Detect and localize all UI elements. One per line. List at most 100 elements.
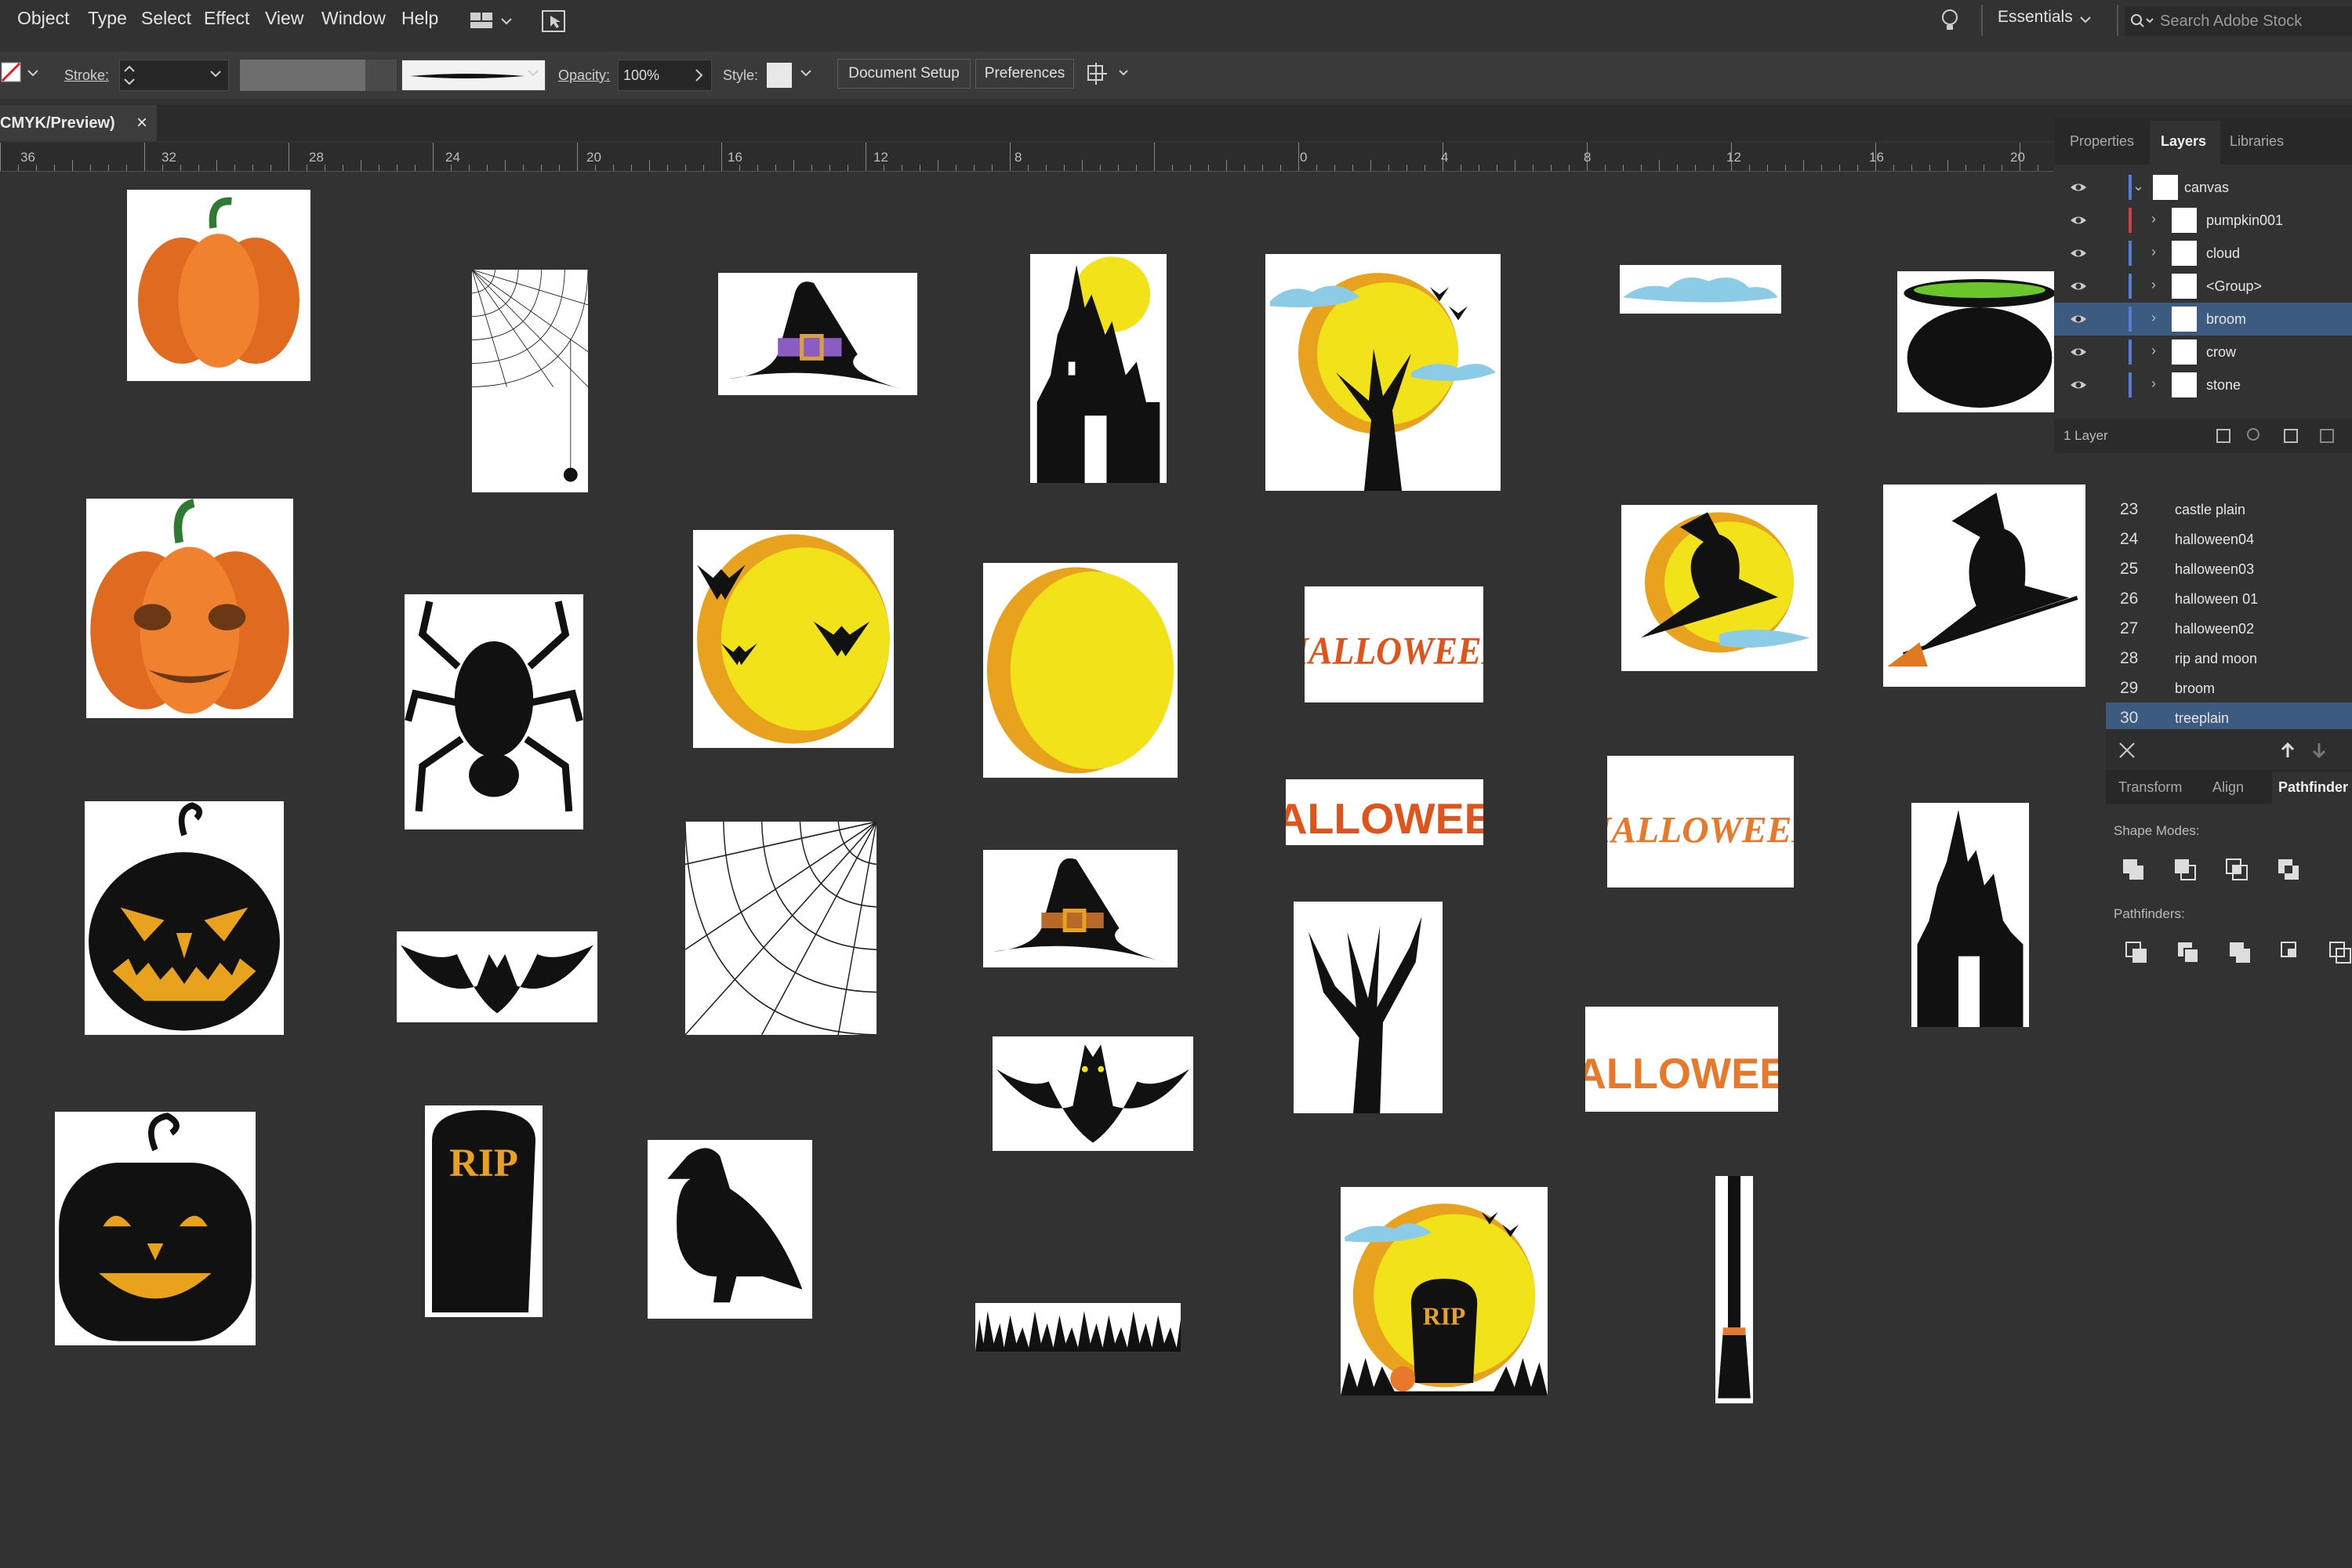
minus-front-icon[interactable] [2173,858,2197,881]
stepper-icon[interactable] [123,64,136,87]
history-row[interactable]: 24 halloween04 [2106,524,2352,554]
gpu-performance-icon[interactable] [541,9,568,33]
jack-o-lantern-angry-artwork[interactable] [85,801,284,1035]
arrange-documents-icon[interactable] [469,11,516,31]
jack-o-lantern-orange-artwork[interactable] [86,499,293,718]
intersect-icon[interactable] [2225,858,2249,881]
halloween-text-artwork-4[interactable]: HALLOWEEN [1585,1007,1778,1112]
layer-row[interactable]: › <Group> [2054,270,2352,303]
layer-row[interactable]: › stone [2054,368,2352,401]
witch-hat-artwork-2[interactable] [983,850,1178,967]
visibility-eye-icon[interactable] [2070,310,2087,328]
menu-view[interactable]: View [265,8,303,29]
history-row[interactable]: 26 halloween 01 [2106,583,2352,613]
preferences-button[interactable]: Preferences [975,59,1074,89]
variable-width-profile[interactable] [240,60,365,91]
visibility-eye-icon[interactable] [2070,343,2087,361]
broom-artwork[interactable] [1715,1176,1753,1403]
visibility-eye-icon[interactable] [2070,376,2087,394]
history-row[interactable]: 30 treeplain [2106,702,2352,732]
crop-icon[interactable] [2280,941,2303,964]
moon-artwork[interactable] [983,563,1178,778]
jack-o-lantern-happy-artwork[interactable] [55,1112,256,1345]
crow-artwork[interactable] [648,1140,812,1319]
chevron-right-icon[interactable]: › [2151,376,2156,392]
exclude-icon[interactable] [2277,858,2300,881]
divide-icon[interactable] [2125,941,2148,964]
chevron-down-icon[interactable] [527,69,539,78]
visibility-eye-icon[interactable] [2070,212,2087,229]
bat-artwork-2[interactable] [993,1036,1193,1151]
history-row[interactable]: 29 broom [2106,673,2352,702]
chevron-down-icon[interactable] [209,70,222,79]
history-row[interactable]: 27 halloween02 [2106,613,2352,643]
close-tab-icon[interactable]: × [136,112,147,134]
moon-tree-bats-artwork[interactable] [1265,254,1501,491]
horizontal-ruler[interactable]: 36 32 28 24 20 16 12 8 0 4 8 12 16 20 [0,143,2054,172]
brush-definition[interactable] [401,60,546,91]
history-arrow-icons[interactable] [2278,740,2341,760]
layer-row[interactable]: ⌄ canvas [2054,171,2352,204]
witch-hat-artwork[interactable] [718,273,917,395]
castle-plain-artwork[interactable] [1911,803,2029,1027]
fill-none-icon[interactable] [0,61,24,85]
visibility-eye-icon[interactable] [2070,245,2087,262]
history-row[interactable]: 25 halloween03 [2106,554,2352,583]
chevron-down-icon[interactable] [2079,16,2092,25]
artboard-canvas[interactable]: HALLOWEEN [0,172,2352,1568]
haunted-castle-moon-artwork[interactable] [1030,254,1167,483]
history-row[interactable]: 23 castle plain [2106,494,2352,524]
spiderweb-hanging-artwork[interactable] [472,270,588,492]
layer-row[interactable]: › broom [2054,303,2352,336]
isolate-selected-icon[interactable] [1087,61,1132,86]
bare-tree-artwork[interactable] [1294,902,1443,1113]
layer-action-icons[interactable] [2206,425,2347,447]
grass-artwork[interactable] [975,1303,1181,1352]
menu-window[interactable]: Window [321,8,386,29]
history-row[interactable]: 28 rip and moon [2106,643,2352,673]
chevron-right-icon[interactable]: › [2151,277,2156,293]
merge-icon[interactable] [2228,941,2252,964]
moon-bats-artwork[interactable] [693,530,894,748]
chevron-right-icon[interactable] [694,68,705,82]
halloween-text-artwork-2[interactable]: HALLOWEEN [1286,779,1483,845]
graphic-style-swatch[interactable] [767,63,792,88]
visibility-eye-icon[interactable] [2070,278,2087,295]
layer-row[interactable]: › pumpkin001 [2054,204,2352,237]
tab-layers[interactable]: Layers [2150,121,2220,165]
menu-object[interactable]: Object [17,8,69,29]
witch-on-broom-artwork[interactable] [1883,485,2085,687]
document-setup-button[interactable]: Document Setup [837,59,971,89]
pumpkin-artwork[interactable] [127,190,310,381]
document-tab[interactable]: CMYK/Preview) × [0,105,157,141]
stroke-weight-field[interactable] [119,60,229,91]
opacity-field[interactable]: 100% [618,60,712,91]
rip-and-moon-artwork[interactable]: RIP [1341,1187,1548,1396]
witch-on-moon-artwork[interactable] [1621,505,1817,671]
menu-effect[interactable]: Effect [204,8,249,29]
halloween-text-artwork-3[interactable]: HALLOWEEN [1607,756,1794,887]
tab-transform[interactable]: Transform [2118,779,2182,796]
cauldron-artwork[interactable] [1897,271,2062,412]
tab-pathfinder[interactable]: Pathfinder [2272,771,2352,804]
cloud-artwork[interactable] [1620,265,1781,314]
chevron-right-icon[interactable]: › [2151,211,2156,227]
new-snapshot-icon[interactable] [2117,740,2137,760]
halloween-text-artwork-1[interactable]: HALLOWEEN [1305,586,1483,702]
stock-search-input[interactable]: Search Adobe Stock [2125,6,2352,36]
chevron-right-icon[interactable]: › [2151,310,2156,326]
chevron-right-icon[interactable]: › [2151,244,2156,260]
spiderweb-corner-artwork[interactable] [685,822,877,1035]
menu-help[interactable]: Help [401,8,438,29]
layer-row[interactable]: › crow [2054,336,2352,368]
trim-icon[interactable] [2176,941,2200,964]
rip-tombstone-artwork[interactable]: RIP [425,1105,543,1317]
outline-icon[interactable] [2328,941,2352,964]
lightbulb-icon[interactable] [1940,8,1960,36]
bat-artwork-1[interactable] [397,931,597,1022]
profile-dropdown[interactable] [365,60,397,91]
spider-artwork[interactable] [405,594,583,829]
tab-properties[interactable]: Properties [2070,133,2134,150]
chevron-down-icon[interactable]: ⌄ [2132,178,2144,194]
menu-select[interactable]: Select [141,8,191,29]
